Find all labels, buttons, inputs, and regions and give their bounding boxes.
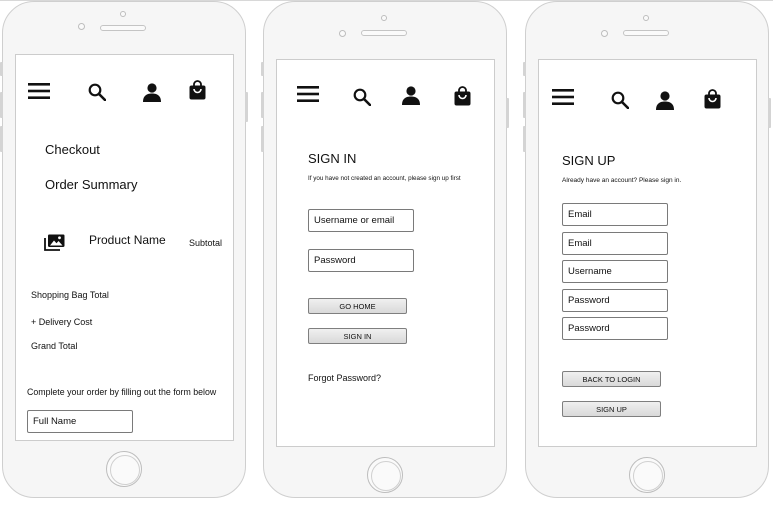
product-name: Product Name: [89, 233, 166, 247]
phone-side-button: [0, 92, 3, 118]
search-icon[interactable]: [353, 88, 371, 106]
phone-side-button: [523, 126, 526, 152]
phone-side-button: [245, 92, 248, 122]
signin-title: SIGN IN: [308, 151, 357, 166]
phone-side-button: [0, 62, 3, 76]
phone-speaker: [623, 30, 669, 36]
signup-title: SIGN UP: [562, 153, 616, 168]
full-name-input[interactable]: Full Name: [27, 410, 133, 433]
user-icon[interactable]: [142, 83, 162, 102]
confirm-password-field[interactable]: Password: [562, 317, 668, 340]
phone-camera: [78, 23, 85, 30]
sign-in-button[interactable]: SIGN IN: [308, 328, 407, 344]
order-summary-heading: Order Summary: [45, 177, 138, 192]
menu-icon[interactable]: [297, 86, 319, 102]
confirm-email-field[interactable]: Email: [562, 232, 668, 255]
phone-side-button: [0, 126, 3, 152]
password-field[interactable]: Password: [562, 289, 668, 312]
phone-side-button: [523, 62, 526, 76]
shopping-bag-total-label: Shopping Bag Total: [31, 290, 109, 300]
home-button[interactable]: [106, 451, 142, 487]
page-title: Checkout: [45, 142, 100, 157]
phone-side-button: [523, 92, 526, 118]
go-home-button[interactable]: GO HOME: [308, 298, 407, 314]
shopping-bag-icon[interactable]: [454, 86, 471, 106]
username-field[interactable]: Username: [562, 260, 668, 283]
delivery-cost-label: + Delivery Cost: [31, 317, 93, 327]
phone-signup: SIGN UP Already have an account? Please …: [523, 1, 771, 498]
home-button[interactable]: [367, 457, 403, 493]
phone-sensor: [120, 11, 126, 17]
phone-side-button: [261, 62, 264, 76]
phone-checkout: Checkout Order Summary Product Name Subt…: [0, 1, 248, 498]
product-image-icon: [44, 234, 65, 251]
email-field[interactable]: Email: [562, 203, 668, 226]
home-button[interactable]: [629, 457, 665, 493]
back-to-login-button[interactable]: BACK TO LOGIN: [562, 371, 661, 387]
phone-camera: [601, 30, 608, 37]
product-subtotal: Subtotal: [189, 238, 223, 248]
phone-sensor: [381, 15, 387, 21]
username-input[interactable]: Username or email: [308, 209, 414, 232]
menu-icon[interactable]: [552, 89, 574, 105]
signin-subtitle: If you have not created an account, plea…: [308, 175, 461, 182]
phone-side-button: [506, 98, 509, 128]
screen-signin: SIGN IN If you have not created an accou…: [276, 59, 495, 447]
phone-signin: SIGN IN If you have not created an accou…: [261, 1, 509, 498]
menu-icon[interactable]: [28, 83, 50, 99]
phone-camera: [339, 30, 346, 37]
form-instruction: Complete your order by filling out the f…: [27, 387, 217, 397]
search-icon[interactable]: [88, 83, 106, 101]
grand-total-label: Grand Total: [31, 341, 78, 351]
user-icon[interactable]: [401, 86, 421, 105]
phone-sensor: [643, 15, 649, 21]
phone-side-button: [768, 98, 771, 128]
screen-signup: SIGN UP Already have an account? Please …: [538, 59, 757, 447]
shopping-bag-icon[interactable]: [189, 80, 206, 100]
phone-side-button: [261, 126, 264, 152]
password-input[interactable]: Password: [308, 249, 414, 272]
shopping-bag-icon[interactable]: [704, 89, 721, 109]
phone-speaker: [361, 30, 407, 36]
sign-up-button[interactable]: SIGN UP: [562, 401, 661, 417]
phone-side-button: [261, 92, 264, 118]
search-icon[interactable]: [611, 91, 629, 109]
user-icon[interactable]: [655, 91, 675, 110]
screen-checkout: Checkout Order Summary Product Name Subt…: [15, 54, 234, 441]
signup-subtitle: Already have an account? Please sign in.: [562, 177, 682, 184]
phone-speaker: [100, 25, 146, 31]
forgot-password-link[interactable]: Forgot Password?: [308, 373, 381, 383]
